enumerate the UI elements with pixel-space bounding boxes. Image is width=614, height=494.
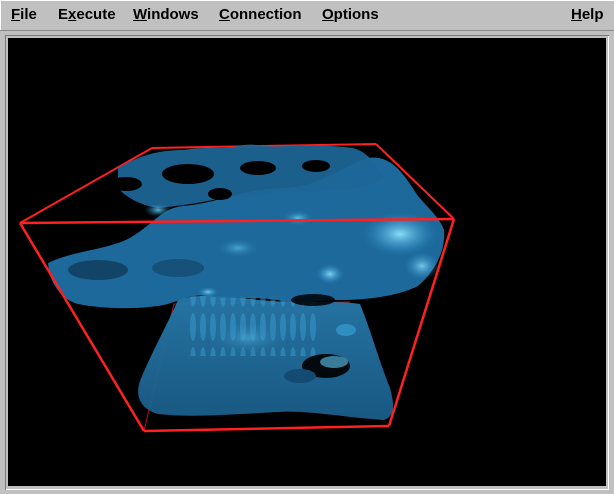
- isosurface-top-sheet: [48, 144, 445, 309]
- menu-help-label: elp: [581, 6, 604, 23]
- render-canvas[interactable]: [8, 38, 606, 486]
- menu-file-accelerator: F: [11, 6, 21, 23]
- menu-options-label: ptions: [333, 6, 379, 23]
- isosurface-plume: [138, 295, 394, 420]
- menu-help-accelerator: H: [571, 6, 582, 23]
- 3d-render-viewport[interactable]: [8, 38, 606, 486]
- menu-options-accelerator: O: [322, 6, 334, 23]
- application-window: File Execute Windows Connection Options …: [0, 0, 614, 494]
- menu-windows-accelerator: W: [133, 6, 148, 23]
- menu-connection[interactable]: Connection: [219, 6, 302, 23]
- menu-bar: File Execute Windows Connection Options …: [0, 0, 614, 31]
- menu-file[interactable]: File: [11, 6, 37, 23]
- menu-windows-label: indows: [147, 6, 199, 23]
- menu-execute-label-pre: E: [58, 6, 69, 23]
- menu-options[interactable]: Options: [322, 6, 379, 23]
- menu-file-label: ile: [20, 6, 37, 23]
- menu-help[interactable]: Help: [571, 6, 604, 23]
- menu-connection-label: onnection: [229, 6, 302, 23]
- menu-execute[interactable]: Execute: [58, 6, 116, 23]
- menu-execute-label: ecute: [76, 6, 116, 23]
- menu-windows[interactable]: Windows: [133, 6, 199, 23]
- menu-connection-accelerator: C: [219, 6, 230, 23]
